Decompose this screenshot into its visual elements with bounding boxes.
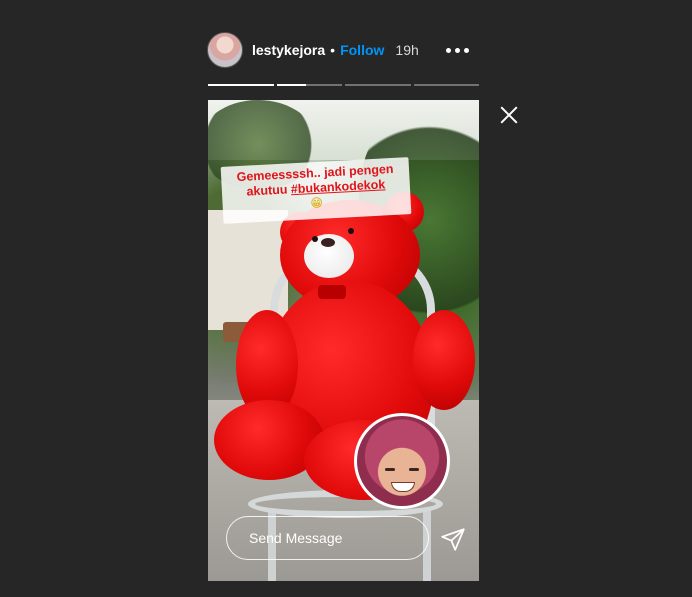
follow-button[interactable]: Follow [340,42,384,58]
send-icon[interactable] [440,526,466,552]
username[interactable]: lestykejora [252,42,325,58]
progress-segment-1 [208,84,274,86]
story-caption: Gemeessssh.. jadi pengen akutuu #bukanko… [220,157,412,224]
separator: • [330,42,336,58]
more-options-icon[interactable] [446,47,469,53]
close-icon[interactable] [496,102,522,128]
avatar[interactable] [207,32,243,68]
story-progress [208,84,479,86]
face-sticker [354,413,450,509]
caption-line-2: akutuu [246,182,292,199]
story-header: lestykejora • Follow 19h [207,30,479,70]
post-time: 19h [395,42,419,58]
progress-segment-4 [413,84,479,86]
send-message-placeholder: Send Message [249,530,343,546]
send-message-input[interactable]: Send Message [226,516,429,560]
story-media[interactable]: Gemeessssh.. jadi pengen akutuu #bukanko… [208,100,479,581]
progress-segment-2 [276,84,342,86]
progress-segment-3 [345,84,411,86]
